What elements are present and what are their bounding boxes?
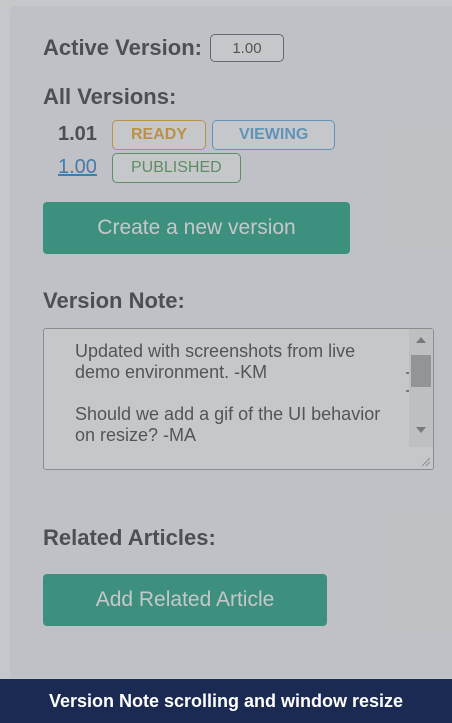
all-versions-label: All Versions: (43, 84, 177, 109)
resize-grip-icon[interactable] (419, 455, 431, 467)
related-articles-heading: Related Articles: (43, 523, 452, 553)
caption-bar: Version Note scrolling and window resize (0, 679, 452, 723)
active-version-label: Active Version: (43, 35, 202, 60)
scroll-thumb[interactable] (411, 355, 431, 387)
version-row-1-01: 1.01 READY VIEWING (43, 118, 452, 151)
ready-badge: READY (112, 119, 207, 150)
scroll-down-arrow-icon[interactable] (416, 427, 426, 433)
all-versions-heading: All Versions: (43, 83, 452, 111)
create-version-button[interactable]: Create a new version (43, 202, 350, 254)
version-link[interactable]: 1.00 (58, 156, 112, 179)
note-scrollbar[interactable] (409, 329, 433, 447)
version-note-content: Updated with screenshots from live demo … (75, 341, 381, 445)
version-row-1-00: 1.00 PUBLISHED (43, 151, 452, 184)
version-note-label: Version Note: (43, 288, 185, 313)
version-number: 1.01 (58, 123, 97, 145)
add-related-article-button[interactable]: Add Related Article (43, 574, 327, 626)
active-version-row: Active Version: 1.00 (43, 32, 452, 64)
published-badge: PUBLISHED (112, 152, 241, 183)
viewing-badge: VIEWING (212, 119, 336, 150)
screenshot-stage: Active Version: 1.00 All Versions: 1.01 … (0, 0, 452, 723)
version-note-textarea[interactable]: Updated with screenshots from live demo … (43, 328, 434, 470)
caption-text: Version Note scrolling and window resize (48, 690, 404, 711)
version-panel: Active Version: 1.00 All Versions: 1.01 … (10, 6, 452, 678)
related-articles-label: Related Articles: (43, 525, 216, 550)
scroll-up-arrow-icon[interactable] (416, 337, 426, 343)
version-note-heading: Version Note: (43, 286, 452, 316)
active-version-field[interactable]: 1.00 (209, 34, 284, 62)
